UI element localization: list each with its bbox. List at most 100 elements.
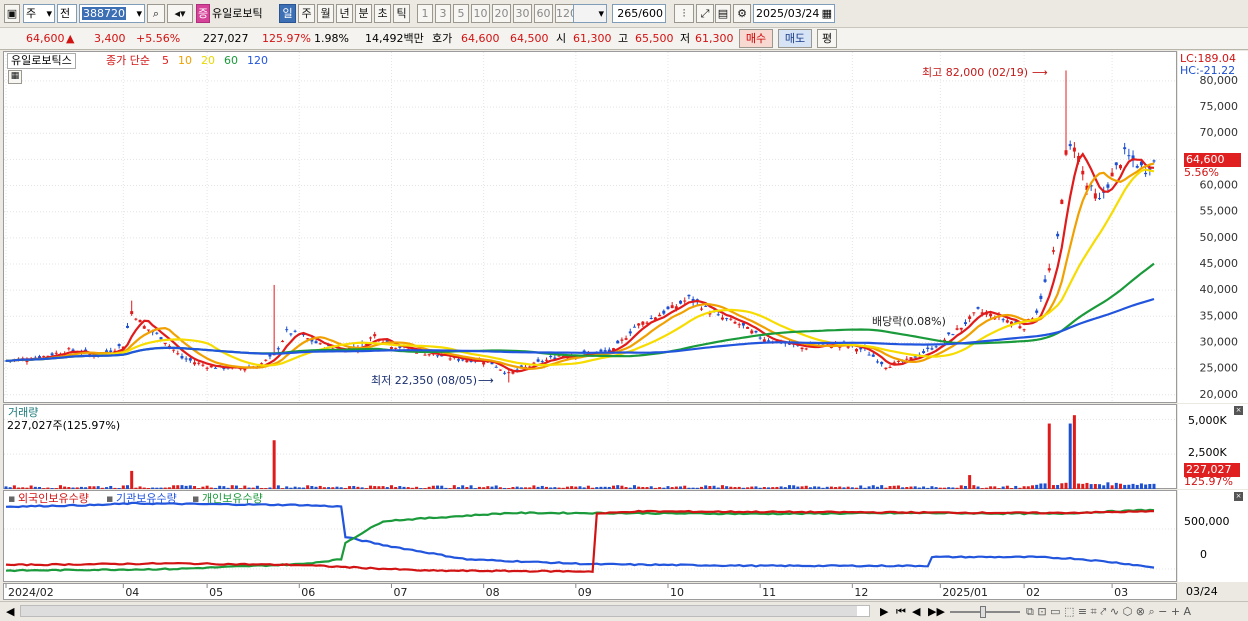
volume-bar bbox=[1026, 486, 1030, 489]
save-icon[interactable]: ▤ bbox=[715, 4, 731, 23]
table-icon[interactable]: ▦ bbox=[8, 70, 22, 84]
tab-minute-30[interactable]: 30 bbox=[513, 4, 532, 23]
volume-bar bbox=[947, 487, 951, 489]
volume-bar bbox=[1093, 483, 1097, 489]
volume-bar bbox=[17, 487, 21, 489]
holder-legend-2[interactable]: 개인보유수량 bbox=[202, 492, 263, 506]
zoom-handle[interactable] bbox=[980, 606, 986, 618]
scroll-track[interactable] bbox=[20, 605, 870, 617]
volume-bar bbox=[473, 488, 477, 489]
volume-bar bbox=[515, 486, 519, 489]
volume-bar bbox=[151, 487, 155, 489]
tab-period-0[interactable]: 일 bbox=[279, 4, 296, 23]
candle bbox=[737, 324, 741, 326]
market-select[interactable]: 주 ▾ bbox=[23, 4, 55, 23]
price-axis: 20,000 25,000 30,000 35,000 40,000 45,000 50,0… bbox=[1178, 51, 1248, 403]
tab-period-1[interactable]: 주 bbox=[298, 4, 315, 23]
tab-period-3[interactable]: 년 bbox=[336, 4, 353, 23]
scroll-left-icon[interactable]: ◀ bbox=[6, 605, 14, 619]
tab-minute-5[interactable]: 5 bbox=[453, 4, 469, 23]
speaker-icon[interactable]: ◂▾ bbox=[167, 4, 193, 23]
volume-bar bbox=[850, 487, 854, 489]
buy-button[interactable]: 매수 bbox=[739, 29, 773, 48]
volume-ratio: 125.97% bbox=[262, 32, 311, 45]
eval-button[interactable]: 평 bbox=[817, 29, 837, 48]
tab-minute-1[interactable]: 1 bbox=[417, 4, 433, 23]
volume-bar bbox=[997, 488, 1001, 489]
menu-icon[interactable]: ▣ bbox=[4, 4, 20, 23]
ma-legend-10[interactable]: 10 bbox=[178, 54, 192, 68]
candle bbox=[172, 349, 176, 351]
volume-bar bbox=[201, 486, 205, 489]
volume-bar bbox=[993, 486, 997, 489]
holder-legend-1[interactable]: 기관보유수량 bbox=[116, 492, 177, 506]
interval-select[interactable]: ▾ bbox=[573, 4, 607, 23]
forward-icon[interactable]: ▶▶ bbox=[928, 605, 945, 619]
turnover: 1.98% bbox=[314, 32, 349, 45]
open-price: 61,300 bbox=[573, 32, 612, 45]
tab-period-6[interactable]: 틱 bbox=[393, 4, 410, 23]
volume-bar bbox=[720, 485, 724, 489]
tab-minute-3[interactable]: 3 bbox=[435, 4, 451, 23]
date-input[interactable]: 2025/03/24 ▦ bbox=[753, 4, 835, 23]
low-label: 저 bbox=[680, 32, 691, 45]
volume-bar bbox=[1135, 484, 1139, 489]
volume-bar bbox=[42, 488, 46, 489]
volume-bar bbox=[632, 485, 636, 489]
scope-button[interactable]: 전 bbox=[57, 4, 77, 23]
x-tick-label: 07 bbox=[393, 586, 407, 599]
tab-period-2[interactable]: 월 bbox=[317, 4, 334, 23]
stock-legend-name[interactable]: 유일로보틱스 bbox=[7, 53, 76, 69]
count-input[interactable]: 265/600 bbox=[612, 4, 666, 23]
code-input[interactable]: 388720 ▾ bbox=[79, 4, 145, 23]
high-annotation: 최고 82,000 (02/19) bbox=[922, 66, 1029, 79]
candle bbox=[905, 358, 909, 360]
candle bbox=[855, 348, 859, 352]
arrow-right-icon: ⟶ bbox=[1032, 66, 1048, 79]
tab-minute-60[interactable]: 60 bbox=[534, 4, 553, 23]
tab-period-5[interactable]: 초 bbox=[374, 4, 391, 23]
candle bbox=[1098, 198, 1102, 200]
ma-legend-120[interactable]: 120 bbox=[247, 54, 268, 68]
gear-icon[interactable]: ⚙ bbox=[733, 4, 751, 23]
volume-bar bbox=[1089, 484, 1093, 489]
tab-period-4[interactable]: 분 bbox=[355, 4, 372, 23]
ma-legend-5[interactable]: 5 bbox=[162, 54, 169, 68]
volume-bar bbox=[218, 485, 222, 489]
close-icon[interactable]: × bbox=[1234, 492, 1243, 501]
x-tick-label: 08 bbox=[486, 586, 500, 599]
candle-icon[interactable]: ⫶ bbox=[674, 4, 694, 23]
rewind-icon[interactable]: ⏮ bbox=[896, 605, 906, 619]
candle bbox=[716, 314, 720, 316]
candle bbox=[767, 340, 771, 342]
volume-bar bbox=[863, 487, 867, 489]
close-icon[interactable]: × bbox=[1234, 406, 1243, 415]
candle bbox=[922, 351, 926, 354]
volume-bar bbox=[741, 487, 745, 489]
search-icon[interactable]: ⌕ bbox=[147, 4, 165, 23]
tool-icon[interactable]: ⤢ bbox=[696, 4, 714, 23]
price-tick-label: 50,000 bbox=[1200, 231, 1239, 244]
tab-minute-10[interactable]: 10 bbox=[471, 4, 490, 23]
volume-bar bbox=[251, 487, 255, 489]
volume-bar bbox=[142, 487, 146, 489]
scroll-thumb[interactable] bbox=[21, 606, 857, 616]
volume-bar bbox=[79, 486, 83, 489]
volume-bar bbox=[130, 470, 134, 489]
play-icon[interactable]: ▶ bbox=[880, 605, 888, 619]
volume-bar bbox=[712, 485, 716, 489]
volume-chart bbox=[4, 415, 1178, 489]
holder-legend-0[interactable]: 외국인보유수량 bbox=[18, 492, 89, 506]
volume-bar bbox=[1123, 484, 1127, 489]
holder-line-foreign bbox=[5, 509, 1154, 574]
x-tick-label: 12 bbox=[854, 586, 868, 599]
ma-legend-20[interactable]: 20 bbox=[201, 54, 215, 68]
back-icon[interactable]: ◀ bbox=[912, 605, 920, 619]
tab-minute-20[interactable]: 20 bbox=[492, 4, 511, 23]
drawing-tools-icon[interactable]: ⧉ ⊡ ▭ ⬚ ≡ ⌗ ⤤ ∿ ⬡ ⊗ ⌕ − + A bbox=[1026, 605, 1191, 619]
ma-legend-60[interactable]: 60 bbox=[224, 54, 238, 68]
volume-bar bbox=[838, 486, 842, 489]
sell-button[interactable]: 매도 bbox=[778, 29, 812, 48]
chevron-down-icon: ▾ bbox=[136, 7, 142, 20]
candle bbox=[989, 313, 993, 317]
